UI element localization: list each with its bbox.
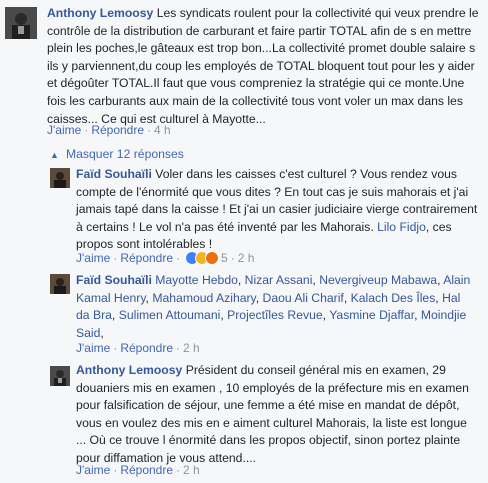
comment-actions: J'aime · Répondre · 4 h (47, 123, 171, 137)
mention-link[interactable]: Mahamoud Azihary (152, 291, 255, 305)
like-button[interactable]: J'aime (76, 341, 110, 355)
reply-body: Président du conseil général mis en exam… (76, 363, 469, 465)
reply-actions: J'aime · Répondre · 2 h (76, 341, 200, 355)
avatar[interactable] (50, 274, 70, 294)
mention-link[interactable]: Nevergiveup Mabawa (319, 273, 437, 287)
mention-link[interactable]: Sulimen Attoumani (119, 308, 221, 322)
mention-link[interactable]: Kalach Des Îles (351, 291, 436, 305)
comment: Anthony Lemoosy Les syndicats roulent po… (0, 0, 488, 145)
reply: Faïd Souhaïli Voler dans les caisses c'e… (0, 166, 488, 265)
avatar[interactable] (50, 168, 70, 188)
hide-replies-link[interactable]: ▲ Masquer 12 réponses (50, 147, 184, 161)
chevron-up-icon: ▲ (50, 150, 59, 160)
angry-reaction-icon (205, 251, 220, 265)
comment-thread: Anthony Lemoosy Les syndicats roulent po… (0, 0, 488, 483)
reply-button[interactable]: Répondre (120, 251, 173, 265)
reaction-count: 5 (221, 251, 228, 265)
comment-body: Les syndicats roulent pour la collectivi… (47, 6, 479, 126)
reply-timestamp[interactable]: 2 h (183, 341, 200, 355)
mention-link[interactable]: Lilo Fidjo (377, 220, 426, 234)
like-button[interactable]: J'aime (76, 251, 110, 265)
mention-link[interactable]: Nizar Assani (245, 273, 313, 287)
mention-link[interactable]: Daou Ali Charif (263, 291, 344, 305)
reply-button[interactable]: Répondre (120, 341, 173, 355)
profile-photo-icon (5, 7, 37, 39)
reply-author[interactable]: Faïd Souhaïli (76, 167, 152, 181)
reply-timestamp[interactable]: 2 h (183, 463, 200, 477)
reply: Faïd Souhaïli Mayotte Hebdo, Nizar Assan… (0, 272, 488, 357)
hide-replies-label: Masquer 12 réponses (66, 147, 184, 161)
reply-timestamp[interactable]: 2 h (238, 251, 255, 265)
comment-author[interactable]: Anthony Lemoosy (47, 6, 153, 20)
reply: Anthony Lemoosy Président du conseil gén… (0, 362, 488, 483)
like-button[interactable]: J'aime (76, 463, 110, 477)
reply-author[interactable]: Anthony Lemoosy (76, 363, 182, 377)
mention-link[interactable]: Mayotte Hebdo (155, 273, 238, 287)
reply-author[interactable]: Faïd Souhaïli (76, 273, 152, 287)
profile-photo-icon (50, 366, 70, 386)
like-button[interactable]: J'aime (47, 123, 81, 137)
profile-photo-icon (50, 168, 70, 188)
reactions[interactable] (185, 251, 220, 269)
mention-link[interactable]: Yasmine Djaffar (329, 308, 414, 322)
reply-button[interactable]: Répondre (120, 463, 173, 477)
comment-timestamp[interactable]: 4 h (154, 123, 171, 137)
avatar[interactable] (50, 366, 70, 386)
profile-photo-icon (50, 274, 70, 294)
reply-actions: J'aime · Répondre · 5 · 2 h (76, 250, 254, 269)
avatar[interactable] (5, 7, 37, 39)
reply-button[interactable]: Répondre (91, 123, 144, 137)
reply-actions: J'aime · Répondre · 2 h (76, 463, 200, 477)
mention-link[interactable]: Projectîles Revue (227, 308, 323, 322)
